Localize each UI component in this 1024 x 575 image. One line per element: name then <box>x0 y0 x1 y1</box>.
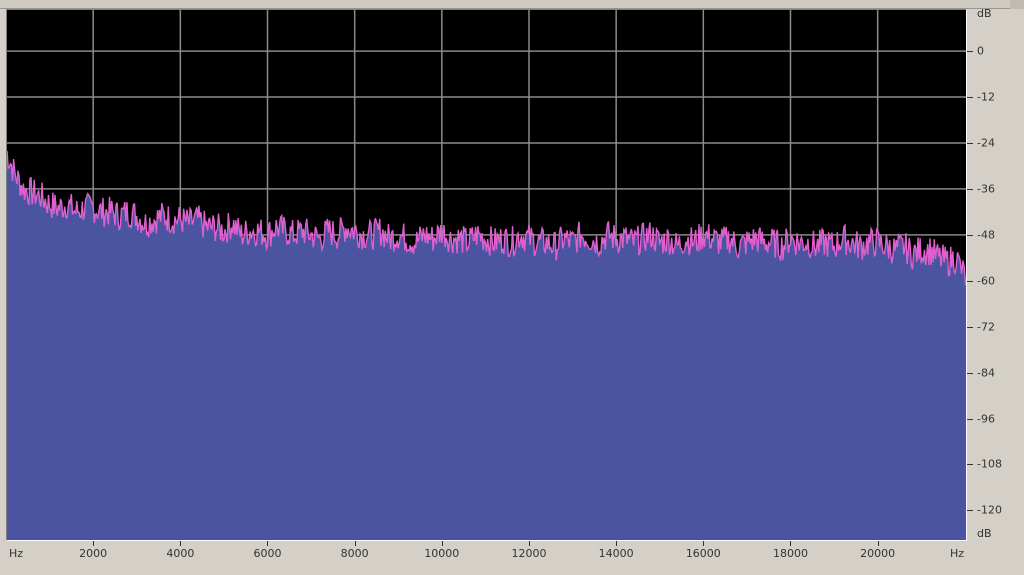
x-tick-mark <box>703 541 705 546</box>
y-tick-mark <box>967 464 973 466</box>
x-tick-label: 16000 <box>685 547 721 560</box>
x-tick-label: 6000 <box>253 547 282 560</box>
x-tick-mark <box>441 541 443 546</box>
x-tick-mark <box>93 541 95 546</box>
y-unit-top-label: dB <box>977 7 992 20</box>
y-tick-label: -12 <box>977 90 995 104</box>
x-tick-mark <box>267 541 269 546</box>
y-tick-mark <box>967 234 973 236</box>
x-unit-left-label: Hz <box>9 547 24 560</box>
y-tick-label: -108 <box>977 457 1002 471</box>
x-tick-mark <box>790 541 792 546</box>
x-tick-label: 18000 <box>772 547 808 560</box>
y-tick-mark <box>967 418 973 420</box>
y-tick-mark <box>967 326 973 328</box>
y-tick-mark <box>967 97 973 99</box>
y-tick-mark <box>967 372 973 374</box>
x-tick-label: 2000 <box>79 547 108 560</box>
x-tick-label: 14000 <box>598 547 634 560</box>
y-unit-bottom-label: dB <box>977 527 992 540</box>
x-axis: 2000 4000 6000 8000 10000 12000 14000 16000 1800… <box>0 541 1024 575</box>
y-tick-label: -96 <box>977 412 995 426</box>
x-tick-mark <box>180 541 182 546</box>
x-tick-label: 20000 <box>860 547 896 560</box>
y-tick-mark <box>967 51 973 53</box>
y-tick-label: -120 <box>977 503 1002 517</box>
x-tick-label: 8000 <box>340 547 369 560</box>
y-tick-mark <box>967 510 973 512</box>
y-tick-label: -60 <box>977 274 995 288</box>
x-tick-label: 12000 <box>511 547 547 560</box>
y-tick-label: -48 <box>977 228 995 242</box>
x-tick-mark <box>877 541 879 546</box>
plot-frame <box>6 9 967 541</box>
y-tick-label: -84 <box>977 366 995 380</box>
x-tick-mark <box>354 541 356 546</box>
x-tick-label: 4000 <box>166 547 195 560</box>
y-tick-label: -36 <box>977 182 995 196</box>
x-tick-label: 10000 <box>424 547 460 560</box>
y-tick-mark <box>967 280 973 282</box>
y-tick-label: -24 <box>977 136 995 150</box>
window-corner <box>1010 0 1024 9</box>
y-tick-mark <box>967 142 973 144</box>
y-tick-label: 0 <box>977 44 984 58</box>
y-axis: 0 -12 -24 -36 -48 -60 -72 -84 -96 -108 -120 <box>967 9 1024 541</box>
y-tick-label: -72 <box>977 320 995 334</box>
title-bar-strip <box>0 0 1024 9</box>
x-tick-mark <box>528 541 530 546</box>
x-tick-mark <box>616 541 618 546</box>
y-tick-mark <box>967 188 973 190</box>
x-unit-right-label: Hz <box>950 547 965 560</box>
